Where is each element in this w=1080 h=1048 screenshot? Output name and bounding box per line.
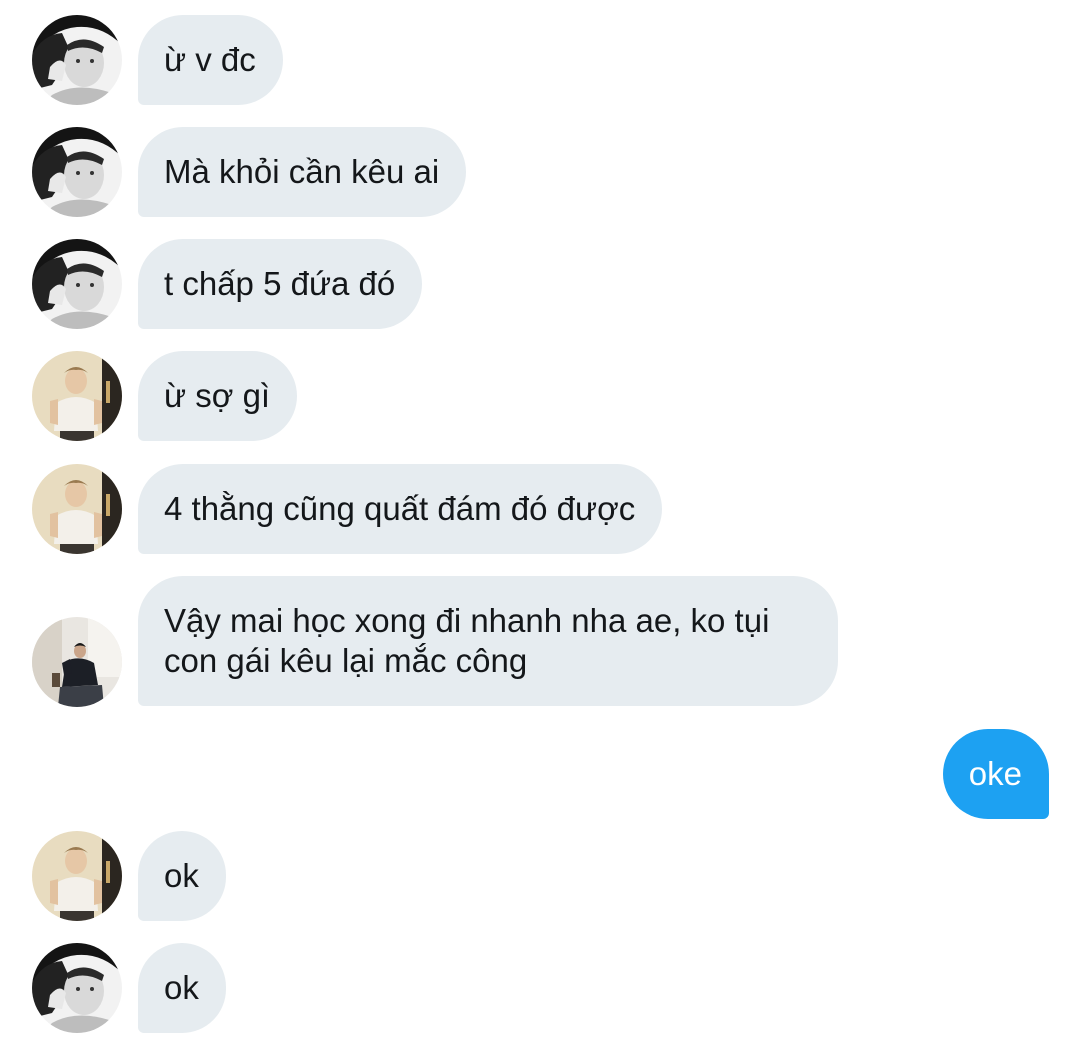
avatar-icon[interactable] [32, 239, 122, 329]
avatar-icon[interactable] [32, 464, 122, 554]
message-bubble[interactable]: ừ v đc [138, 15, 283, 105]
message-bubble[interactable]: Mà khỏi cần kêu ai [138, 127, 467, 217]
message-bubble-outgoing[interactable]: oke [942, 729, 1049, 819]
avatar-icon[interactable] [32, 15, 122, 105]
message-bubble[interactable]: Vậy mai học xong đi nhanh nha ae, ko tụi… [138, 576, 838, 706]
message-bubble[interactable]: ok [138, 831, 226, 921]
avatar-icon[interactable] [32, 617, 122, 707]
avatar-icon[interactable] [32, 351, 122, 441]
avatar-icon[interactable] [32, 943, 122, 1033]
message-bubble[interactable]: t chấp 5 đứa đó [138, 239, 423, 329]
message-bubble[interactable]: 4 thằng cũng quất đám đó được [138, 464, 663, 554]
avatar-icon[interactable] [32, 831, 122, 921]
message-bubble[interactable]: ok [138, 943, 226, 1033]
avatar-icon[interactable] [32, 127, 122, 217]
message-bubble[interactable]: ừ sợ gì [138, 351, 298, 441]
